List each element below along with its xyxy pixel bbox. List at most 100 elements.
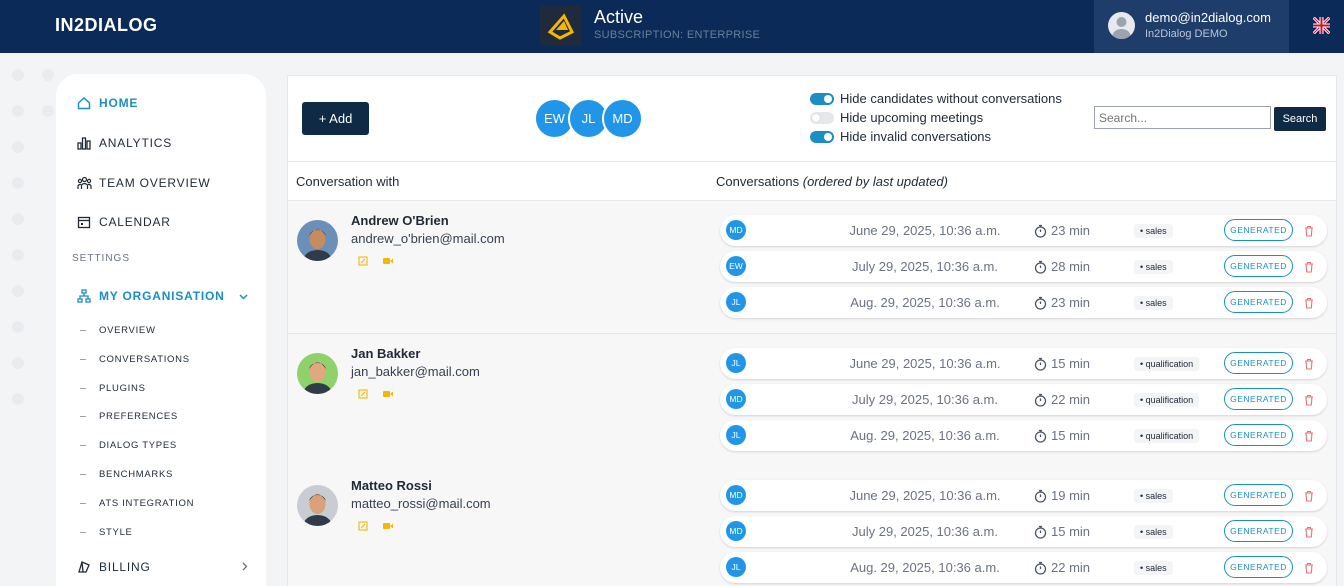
sidebar-item-team-overview[interactable]: TEAM OVERVIEW bbox=[76, 175, 211, 191]
sidebar-subitem-benchmarks[interactable]: BENCHMARKS bbox=[80, 469, 173, 480]
trash-icon[interactable] bbox=[1304, 260, 1314, 278]
sidebar-item-home[interactable]: HOME bbox=[76, 95, 138, 111]
team-member-avatar[interactable]: MD bbox=[602, 98, 643, 139]
candidate-name[interactable]: Matteo Rossi bbox=[351, 478, 432, 493]
filter-hide-no-conversations[interactable]: Hide candidates without conversations bbox=[810, 91, 1062, 106]
generated-button[interactable]: GENERATED bbox=[1224, 291, 1293, 313]
video-icon[interactable] bbox=[382, 253, 394, 271]
sidebar-subitem-style[interactable]: STYLE bbox=[80, 527, 133, 538]
sidebar-item-billing[interactable]: BILLING bbox=[76, 559, 248, 575]
dialog-type-tag: • qualification bbox=[1134, 429, 1200, 443]
candidate-avatar[interactable] bbox=[297, 220, 338, 261]
trash-icon[interactable] bbox=[1304, 489, 1314, 507]
trash-icon[interactable] bbox=[1304, 296, 1314, 314]
sidebar-subitem-ats-integration[interactable]: ATS INTEGRATION bbox=[80, 498, 194, 509]
trash-icon[interactable] bbox=[1304, 224, 1314, 242]
generated-button[interactable]: GENERATED bbox=[1224, 556, 1293, 578]
trash-icon[interactable] bbox=[1304, 429, 1314, 447]
generated-button[interactable]: GENERATED bbox=[1224, 424, 1293, 446]
candidate-email: jan_bakker@mail.com bbox=[351, 364, 480, 379]
video-icon[interactable] bbox=[382, 386, 394, 404]
trash-icon[interactable] bbox=[1304, 561, 1314, 579]
conversation-item[interactable]: JL Aug. 29, 2025, 10:36 a.m. 22 min • sales… bbox=[720, 552, 1327, 583]
generated-button[interactable]: GENERATED bbox=[1224, 255, 1293, 277]
interviewer-initials: MD bbox=[726, 220, 746, 240]
conversation-duration: 22 min bbox=[1034, 560, 1090, 575]
conversation-duration: 15 min bbox=[1034, 428, 1090, 443]
subscription-logo-icon bbox=[540, 5, 581, 46]
conversation-duration: 15 min bbox=[1034, 524, 1090, 539]
user-email: demo@in2dialog.com bbox=[1145, 10, 1271, 25]
generated-button[interactable]: GENERATED bbox=[1224, 388, 1293, 410]
brand-logo[interactable]: IN2DIALOG bbox=[55, 15, 158, 36]
sidebar: HOME ANALYTICS TEAM OVERVIEW CALENDAR SE… bbox=[56, 74, 266, 586]
candidate-email: andrew_o'brien@mail.com bbox=[351, 231, 505, 246]
candidate-name[interactable]: Andrew O'Brien bbox=[351, 213, 449, 228]
top-bar: IN2DIALOG Active SUBSCRIPTION: ENTERPRIS… bbox=[0, 0, 1344, 53]
sidebar-subitem-overview[interactable]: OVERVIEW bbox=[80, 325, 156, 336]
sidebar-item-label: MY ORGANISATION bbox=[99, 289, 225, 303]
filter-hide-upcoming-meetings[interactable]: Hide upcoming meetings bbox=[810, 110, 983, 125]
edit-note-icon[interactable] bbox=[358, 386, 368, 404]
dialog-type-tag: • sales bbox=[1134, 224, 1173, 238]
conversation-item[interactable]: MD June 29, 2025, 10:36 a.m. 23 min • sales… bbox=[720, 215, 1327, 246]
toggle-switch[interactable] bbox=[810, 92, 834, 105]
generated-button[interactable]: GENERATED bbox=[1224, 484, 1293, 506]
conversation-item[interactable]: JL June 29, 2025, 10:36 a.m. 15 min • quali… bbox=[720, 348, 1327, 379]
add-button[interactable]: + Add bbox=[302, 102, 369, 135]
conversation-duration: 23 min bbox=[1034, 295, 1090, 310]
sidebar-subitem-plugins[interactable]: PLUGINS bbox=[80, 383, 146, 394]
conversation-item[interactable]: MD July 29, 2025, 10:36 a.m. 22 min • quali… bbox=[720, 384, 1327, 415]
sidebar-item-my-organisation[interactable]: MY ORGANISATION bbox=[76, 288, 248, 304]
sidebar-item-label: HOME bbox=[99, 96, 139, 110]
sidebar-item-label: TEAM OVERVIEW bbox=[99, 176, 211, 190]
candidate-avatar[interactable] bbox=[297, 353, 338, 394]
conversation-item[interactable]: MD July 29, 2025, 10:36 a.m. 15 min • sales… bbox=[720, 516, 1327, 547]
filter-hide-invalid-conversations[interactable]: Hide invalid conversations bbox=[810, 129, 991, 144]
conversation-item[interactable]: JL Aug. 29, 2025, 10:36 a.m. 15 min • quali… bbox=[720, 420, 1327, 451]
conversation-duration: 19 min bbox=[1034, 488, 1090, 503]
toggle-switch[interactable] bbox=[810, 130, 834, 143]
candidate-name[interactable]: Jan Bakker bbox=[351, 346, 420, 361]
subscription-plan: SUBSCRIPTION: ENTERPRISE bbox=[594, 29, 761, 41]
chart-icon bbox=[76, 135, 92, 151]
edit-note-icon[interactable] bbox=[358, 253, 368, 271]
sidebar-subitem-conversations[interactable]: CONVERSATIONS bbox=[80, 354, 190, 365]
conversation-item[interactable]: EW July 29, 2025, 10:36 a.m. 28 min • sales… bbox=[720, 251, 1327, 282]
interviewer-initials: JL bbox=[726, 557, 746, 577]
search-input[interactable] bbox=[1094, 106, 1271, 129]
search-button[interactable]: Search bbox=[1274, 107, 1326, 131]
video-icon[interactable] bbox=[382, 518, 394, 536]
toggle-switch[interactable] bbox=[810, 111, 834, 124]
generated-button[interactable]: GENERATED bbox=[1224, 219, 1293, 241]
interviewer-initials: MD bbox=[726, 485, 746, 505]
edit-note-icon[interactable] bbox=[358, 518, 368, 536]
stopwatch-icon bbox=[1034, 296, 1047, 310]
conversation-date: Aug. 29, 2025, 10:36 a.m. bbox=[850, 295, 1000, 310]
home-icon bbox=[76, 95, 92, 111]
conversation-item[interactable]: MD June 29, 2025, 10:36 a.m. 19 min • sales… bbox=[720, 480, 1327, 511]
dialog-type-tag: • qualification bbox=[1134, 393, 1200, 407]
conversation-duration: 15 min bbox=[1034, 356, 1090, 371]
sidebar-subitem-preferences[interactable]: PREFERENCES bbox=[80, 411, 178, 422]
generated-button[interactable]: GENERATED bbox=[1224, 352, 1293, 374]
stopwatch-icon bbox=[1034, 260, 1047, 274]
uk-flag-icon[interactable] bbox=[1311, 15, 1332, 36]
candidate-avatar[interactable] bbox=[297, 485, 338, 526]
sidebar-subitem-dialog-types[interactable]: DIALOG TYPES bbox=[80, 440, 177, 451]
trash-icon[interactable] bbox=[1304, 357, 1314, 375]
user-org: In2Dialog DEMO bbox=[1145, 28, 1228, 40]
trash-icon[interactable] bbox=[1304, 393, 1314, 411]
conversation-item[interactable]: JL Aug. 29, 2025, 10:36 a.m. 23 min • sales… bbox=[720, 287, 1327, 318]
trash-icon[interactable] bbox=[1304, 525, 1314, 543]
team-icon bbox=[76, 175, 92, 191]
user-menu[interactable]: demo@in2dialog.com In2Dialog DEMO bbox=[1094, 0, 1289, 53]
conversation-duration: 23 min bbox=[1034, 223, 1090, 238]
organisation-icon bbox=[76, 288, 92, 304]
sidebar-item-label: CALENDAR bbox=[99, 215, 171, 229]
generated-button[interactable]: GENERATED bbox=[1224, 520, 1293, 542]
sidebar-item-calendar[interactable]: CALENDAR bbox=[76, 214, 171, 230]
candidate-actions bbox=[358, 518, 394, 536]
sidebar-item-analytics[interactable]: ANALYTICS bbox=[76, 135, 172, 151]
conversation-duration: 22 min bbox=[1034, 392, 1090, 407]
